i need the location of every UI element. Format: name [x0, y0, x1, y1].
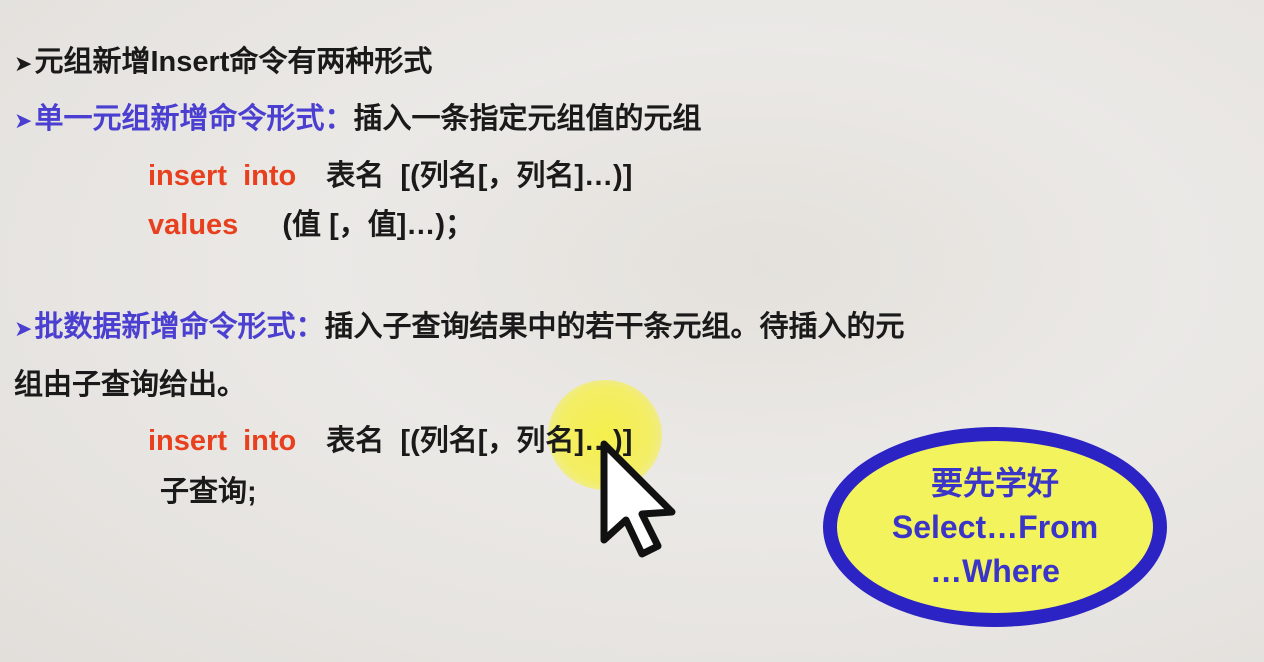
single-form-item: ➤单一元组新增命令形式：插入一条指定元组值的元组 — [14, 95, 701, 137]
values-keyword: values — [148, 209, 239, 241]
single-form-desc: 插入一条指定元组值的元组 — [353, 103, 702, 135]
batch-form-label: 批数据新增命令形式： — [34, 311, 325, 343]
table-part: 表名 [(列名[，列名]…)] — [326, 425, 633, 457]
batch-insert-syntax: insert into 表名 [(列名[，列名]…)] — [148, 417, 632, 459]
values-syntax: values (值 [，值]…)； — [148, 201, 474, 243]
values-part: (值 [，值]…)； — [282, 209, 475, 241]
heading-text: 元组新增Insert命令有两种形式 — [34, 46, 433, 78]
bullet-arrow-icon: ➤ — [14, 316, 33, 341]
callout-line-2: Select…From — [891, 509, 1099, 545]
single-insert-syntax: insert into 表名 [(列名[，列名]…)] — [148, 152, 632, 194]
callout-ellipse: 要先学好 Select…From …Where — [823, 427, 1167, 627]
callout-line-3: …Where — [930, 553, 1060, 589]
batch-form-desc-cont: 组由子查询给出。 — [14, 369, 247, 401]
batch-form-item: ➤批数据新增命令形式：插入子查询结果中的若干条元组。待插入的元 — [14, 303, 904, 345]
heading: ➤元组新增Insert命令有两种形式 — [14, 38, 432, 80]
bullet-arrow-icon: ➤ — [14, 108, 33, 133]
callout-line-1: 要先学好 — [930, 465, 1059, 501]
batch-form-desc: 插入子查询结果中的若干条元组。待插入的元 — [324, 311, 905, 343]
subquery-text: 子查询; — [160, 476, 257, 508]
insert-into-keyword: insert into — [148, 160, 297, 192]
single-form-label: 单一元组新增命令形式： — [34, 103, 354, 135]
table-part: 表名 [(列名[，列名]…)] — [326, 160, 633, 192]
bullet-arrow-icon: ➤ — [14, 51, 33, 76]
mouse-pointer-icon — [600, 440, 676, 558]
insert-into-keyword: insert into — [148, 425, 297, 457]
